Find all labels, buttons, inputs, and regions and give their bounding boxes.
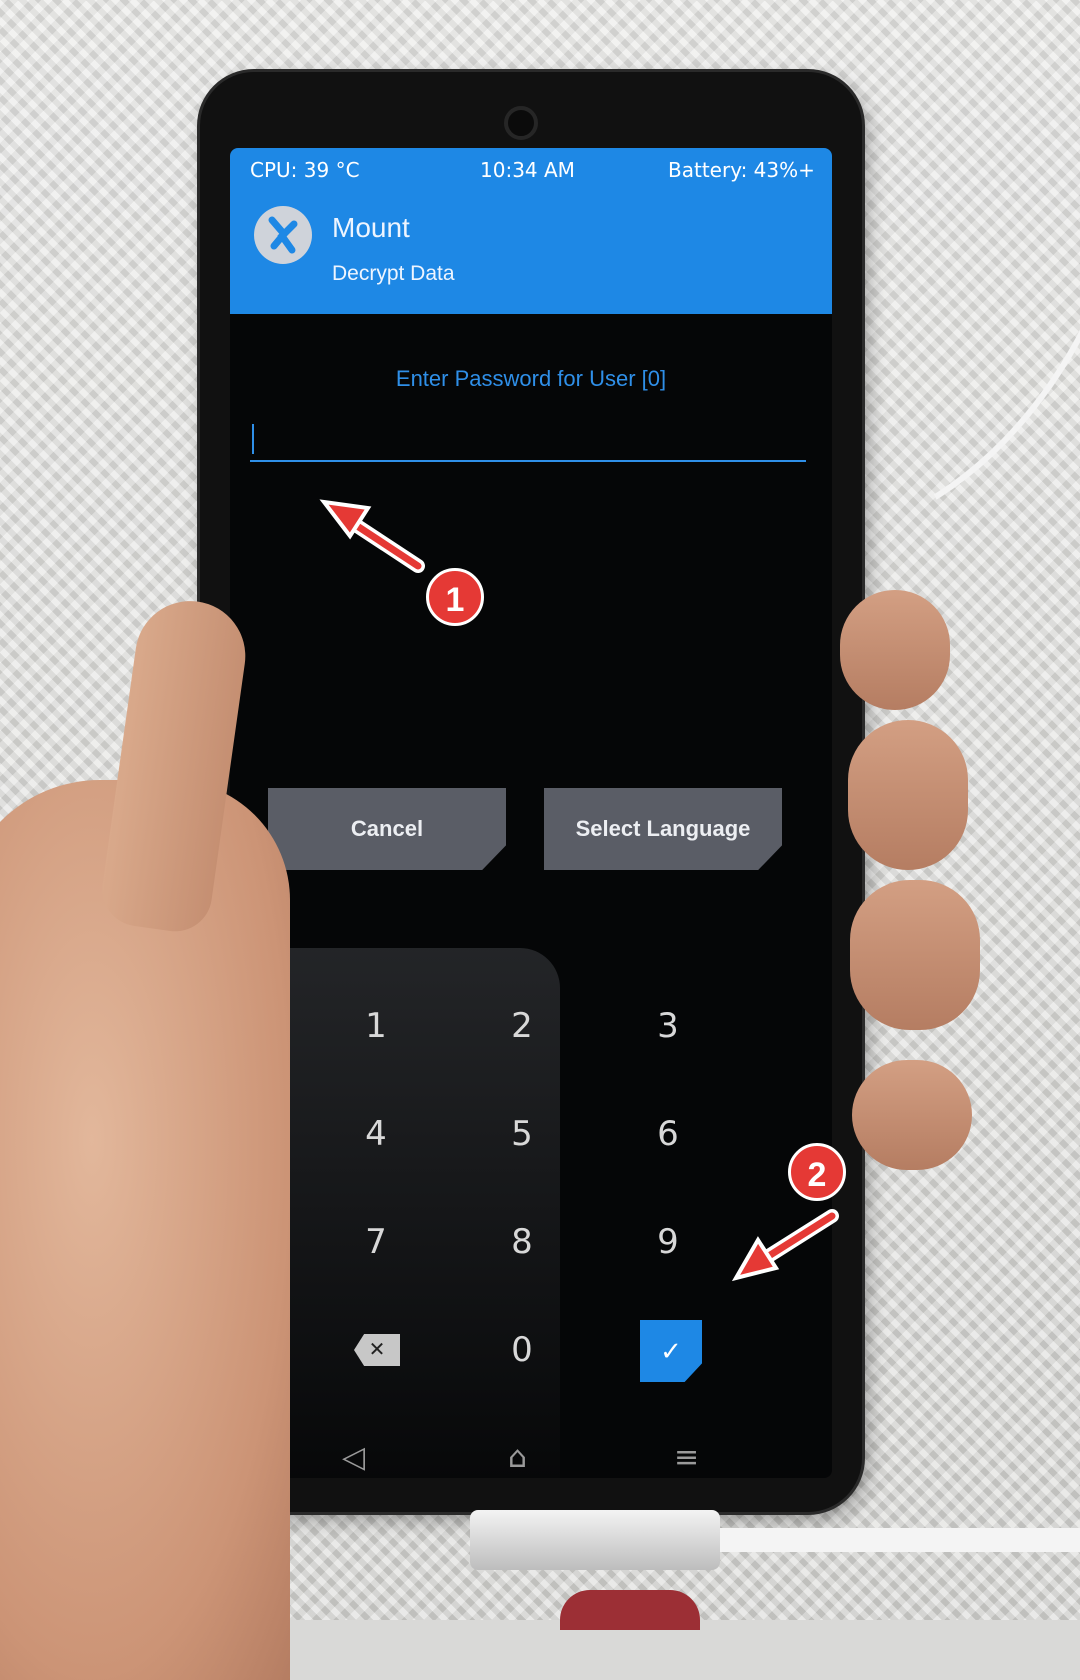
annotation-arrows bbox=[319, 499, 839, 1282]
annotation-badge-1: 1 bbox=[426, 568, 484, 626]
annotation-badge-2: 2 bbox=[788, 1143, 846, 1201]
arrow-1-icon bbox=[319, 499, 425, 573]
arrow-2-icon bbox=[731, 1209, 839, 1282]
